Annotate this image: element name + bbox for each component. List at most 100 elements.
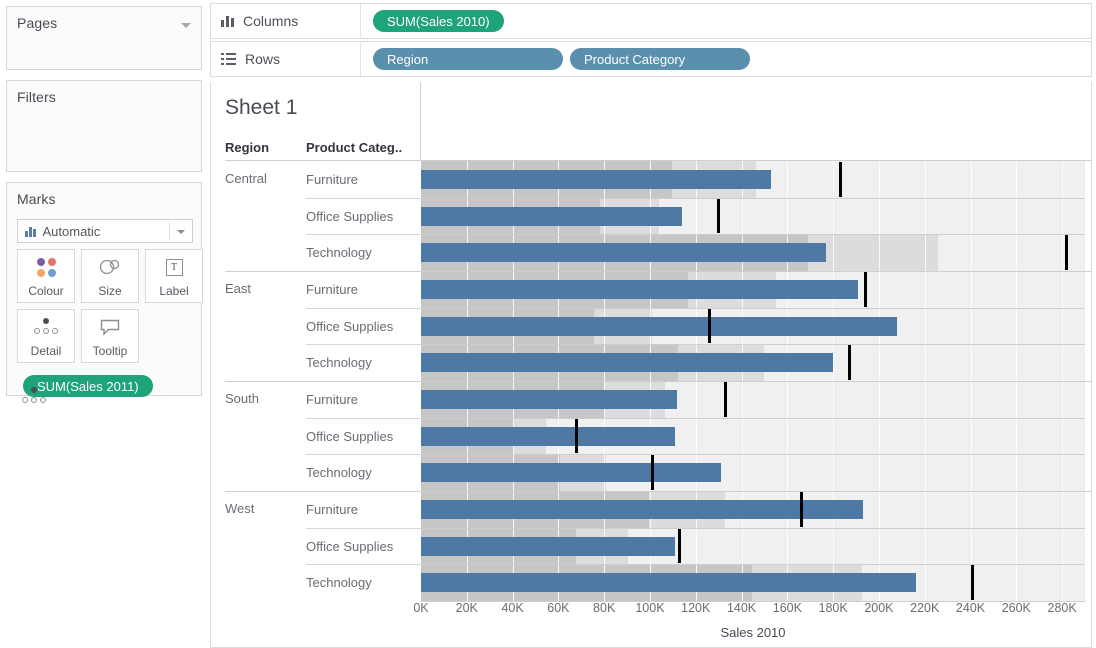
gridline — [878, 344, 880, 381]
gridline — [1062, 564, 1064, 601]
gridline — [970, 234, 972, 271]
value-bar[interactable] — [421, 573, 916, 593]
bullet-cell[interactable] — [421, 344, 1085, 381]
value-bar[interactable] — [421, 536, 676, 556]
value-bar[interactable] — [421, 390, 678, 409]
mark-type-dropdown[interactable]: Automatic — [17, 219, 193, 243]
bullet-cell[interactable] — [421, 307, 1085, 345]
pages-card-title: Pages — [17, 15, 58, 31]
gridline — [924, 381, 926, 418]
row-header-category[interactable]: Technology — [306, 575, 372, 590]
table-row[interactable]: Central Furniture — [211, 161, 1091, 198]
table-row[interactable]: Technology — [211, 564, 1091, 601]
gridline — [1062, 344, 1064, 381]
value-bar[interactable] — [421, 206, 683, 226]
table-row[interactable]: East Furniture — [211, 271, 1091, 308]
columns-shelf[interactable]: Columns SUM(Sales 2010) — [210, 3, 1092, 39]
gridline — [1062, 161, 1064, 198]
row-header-category[interactable]: Office Supplies — [306, 429, 393, 444]
value-bar[interactable] — [421, 426, 676, 446]
table-row[interactable]: Technology — [211, 344, 1091, 381]
table-row[interactable]: Office Supplies — [211, 197, 1091, 235]
columns-shelf-pills: SUM(Sales 2010) — [361, 10, 504, 32]
gridline — [970, 381, 972, 418]
table-row[interactable]: Office Supplies — [211, 417, 1091, 455]
colour-button[interactable]: Colour — [17, 249, 75, 303]
marks-buttons-row-2: Detail Tooltip — [17, 309, 139, 363]
bullet-cell[interactable] — [421, 234, 1085, 271]
filters-card[interactable]: Filters — [6, 80, 202, 172]
row-header-category[interactable]: Technology — [306, 245, 372, 260]
reference-line — [799, 492, 803, 527]
gridline — [924, 307, 926, 345]
gridline — [787, 527, 789, 565]
pill-region[interactable]: Region — [373, 48, 563, 70]
chevron-down-icon[interactable] — [181, 23, 191, 28]
pill-product-category[interactable]: Product Category — [570, 48, 750, 70]
pages-card[interactable]: Pages — [6, 6, 202, 70]
gridline — [878, 491, 880, 528]
bullet-cell[interactable] — [421, 417, 1085, 455]
bullet-cell[interactable] — [421, 564, 1085, 601]
row-header-category[interactable]: Office Supplies — [306, 319, 393, 334]
cell-row-separator — [421, 491, 1085, 492]
bullet-cell[interactable] — [421, 197, 1085, 235]
value-bar[interactable] — [421, 280, 859, 299]
marks-buttons-row-1: Colour Size T Label — [17, 249, 203, 303]
rows-shelf[interactable]: Rows Region Product Category — [210, 41, 1092, 77]
chevron-down-icon[interactable] — [177, 230, 185, 234]
value-bar[interactable] — [421, 353, 834, 373]
gridline — [924, 234, 926, 271]
label-button[interactable]: T Label — [145, 249, 203, 303]
bullet-cell[interactable] — [421, 381, 1085, 418]
value-bar[interactable] — [421, 170, 772, 189]
gridline — [1062, 307, 1064, 345]
row-header-category[interactable]: Office Supplies — [306, 209, 393, 224]
table-row[interactable]: South Furniture — [211, 381, 1091, 418]
table-row[interactable]: Office Supplies — [211, 527, 1091, 565]
gridline — [924, 161, 926, 198]
label-button-label: Label — [159, 284, 189, 298]
pill-sum-sales-2010[interactable]: SUM(Sales 2010) — [373, 10, 504, 32]
value-bar[interactable] — [421, 463, 721, 483]
bullet-cell[interactable] — [421, 161, 1085, 198]
row-header-category[interactable]: Furniture — [306, 172, 358, 187]
detail-button-label: Detail — [30, 344, 62, 358]
gridline — [695, 381, 697, 418]
bullet-cell[interactable] — [421, 491, 1085, 528]
table-row[interactable]: Technology — [211, 454, 1091, 491]
size-circles-icon — [82, 250, 138, 284]
bullet-cell[interactable] — [421, 454, 1085, 491]
row-header-region[interactable]: South — [225, 391, 259, 406]
table-row[interactable]: West Furniture — [211, 491, 1091, 528]
marks-pill-sum-sales-2011[interactable]: SUM(Sales 2011) — [23, 375, 153, 397]
reference-line — [971, 565, 975, 600]
marks-card[interactable]: Marks Automatic Colour Size T Label Deta… — [6, 182, 203, 403]
reference-line — [650, 455, 654, 490]
tooltip-button[interactable]: Tooltip — [81, 309, 139, 363]
row-header-category[interactable]: Technology — [306, 465, 372, 480]
table-row[interactable]: Office Supplies — [211, 307, 1091, 345]
row-header-region[interactable]: Central — [225, 171, 267, 186]
row-header-category[interactable]: Furniture — [306, 392, 358, 407]
axis-tick-label: 220K — [910, 601, 940, 615]
axis-tick-label: 120K — [681, 601, 711, 615]
row-header-category[interactable]: Furniture — [306, 282, 358, 297]
bullet-cell[interactable] — [421, 527, 1085, 565]
gridline — [878, 381, 880, 418]
value-bar[interactable] — [421, 243, 827, 263]
value-bar[interactable] — [421, 500, 863, 519]
row-header-region[interactable]: East — [225, 281, 251, 296]
table-row[interactable]: Technology — [211, 234, 1091, 271]
size-button[interactable]: Size — [81, 249, 139, 303]
row-header-category[interactable]: Office Supplies — [306, 539, 393, 554]
bullet-cell[interactable] — [421, 271, 1085, 308]
row-header-category[interactable]: Technology — [306, 355, 372, 370]
row-header-category[interactable]: Furniture — [306, 502, 358, 517]
gridline — [878, 161, 880, 198]
gridline — [878, 197, 880, 235]
row-header-region[interactable]: West — [225, 501, 254, 516]
value-bar[interactable] — [421, 316, 898, 336]
gridline — [924, 454, 926, 491]
detail-button[interactable]: Detail — [17, 309, 75, 363]
